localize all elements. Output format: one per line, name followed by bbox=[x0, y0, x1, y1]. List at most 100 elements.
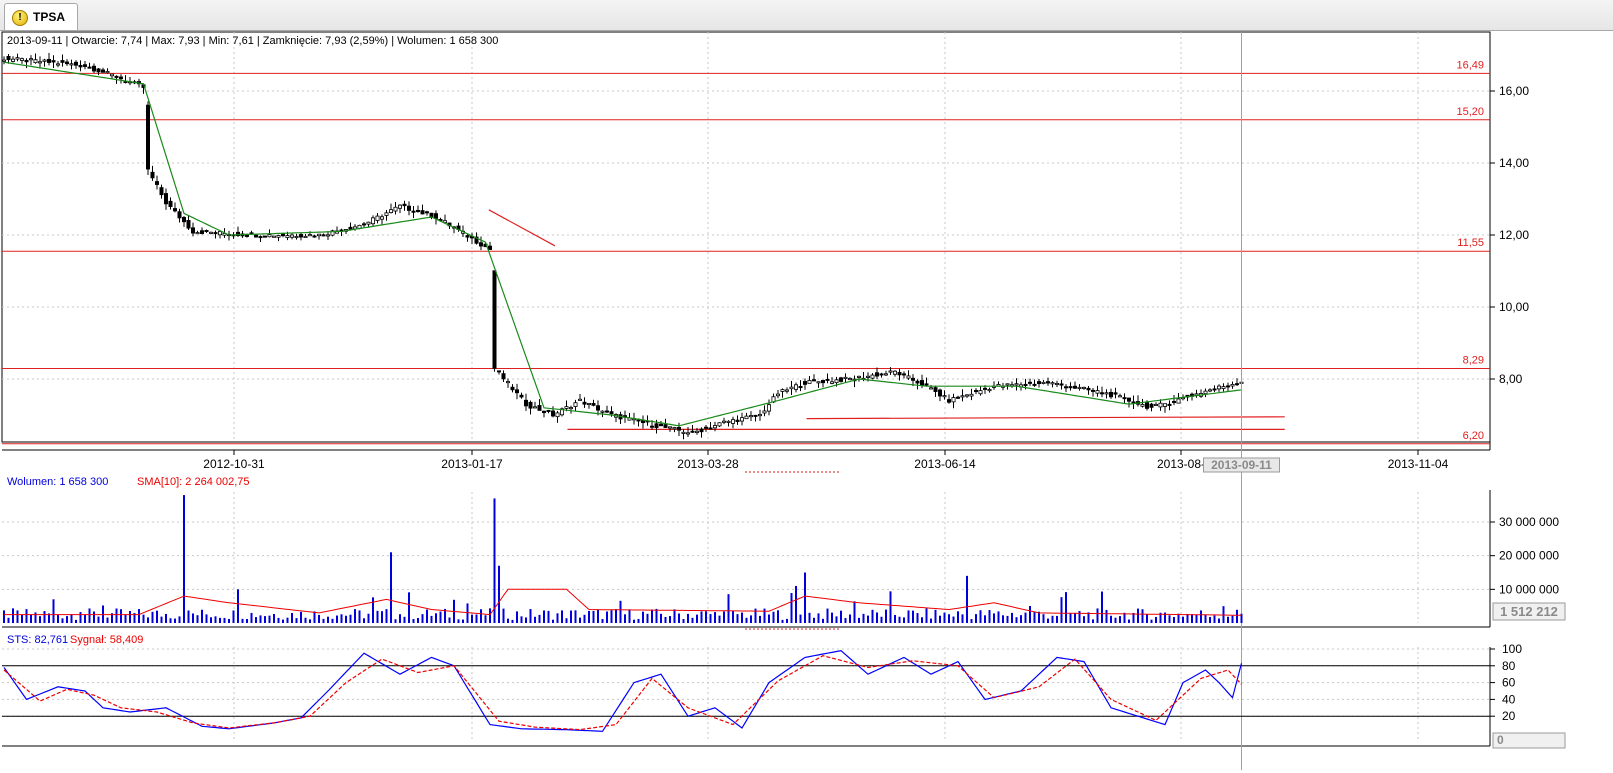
candle-body bbox=[542, 410, 547, 414]
volume-bar bbox=[349, 614, 352, 623]
volume-bar bbox=[1011, 612, 1013, 623]
candle-body bbox=[402, 203, 407, 207]
candle-body bbox=[1212, 388, 1217, 391]
candle-body bbox=[496, 370, 501, 373]
candle-body bbox=[379, 216, 384, 220]
candle-body bbox=[145, 104, 150, 170]
volume-bar bbox=[984, 615, 986, 623]
candle-body bbox=[262, 235, 267, 238]
volume-bar bbox=[736, 614, 739, 623]
candle-body bbox=[1014, 383, 1019, 386]
candle-body bbox=[28, 58, 33, 61]
volume-bar bbox=[1168, 615, 1171, 623]
candle-body bbox=[1163, 403, 1168, 407]
candle-body bbox=[933, 387, 938, 392]
volume-bar bbox=[70, 614, 73, 623]
candle-body bbox=[1127, 397, 1132, 402]
candle-body bbox=[163, 193, 168, 205]
stock-chart[interactable]: 8,00 10,00 12,00 14,00 16,00 10 000 000 20 000… bbox=[0, 30, 1613, 770]
candle-body bbox=[942, 395, 947, 398]
volume-bar bbox=[412, 618, 415, 623]
volume-bar bbox=[273, 614, 275, 623]
candle-body bbox=[987, 389, 992, 392]
volume-bar bbox=[286, 617, 289, 623]
candle-body bbox=[830, 381, 835, 384]
volume-bar bbox=[97, 616, 100, 623]
candle-body bbox=[879, 373, 884, 376]
x-tick-label-4: 2013-08- bbox=[1157, 457, 1205, 471]
volume-bar bbox=[457, 619, 460, 623]
volume-bar bbox=[160, 616, 163, 623]
candle-body bbox=[857, 375, 862, 378]
candle-body bbox=[316, 233, 321, 237]
volume-bar bbox=[489, 608, 491, 623]
volume-bar bbox=[615, 609, 617, 623]
price-panel-frame bbox=[1, 31, 1491, 443]
candle-body bbox=[816, 381, 821, 384]
volume-bar bbox=[484, 615, 487, 623]
volume-bar bbox=[264, 616, 266, 623]
volume-bar bbox=[772, 611, 775, 623]
volume-bar bbox=[529, 609, 532, 623]
tab-tpsa[interactable]: ! TPSA bbox=[4, 3, 78, 30]
volume-bar bbox=[1218, 618, 1220, 623]
volume-bar bbox=[565, 618, 568, 623]
candle-body bbox=[569, 407, 574, 410]
level-label-0: 16,49 bbox=[1456, 59, 1484, 71]
volume-bar bbox=[583, 614, 586, 623]
volume-bar bbox=[1083, 616, 1085, 623]
x-tick-label-3: 2013-06-14 bbox=[914, 457, 976, 471]
volume-bar bbox=[943, 612, 946, 623]
volume-bar bbox=[201, 609, 203, 623]
signal-header: Sygnał: 58,409 bbox=[70, 634, 144, 646]
volume-bar bbox=[66, 616, 68, 623]
volume-bar bbox=[1150, 619, 1153, 623]
candle-body bbox=[276, 235, 281, 238]
volume-bar bbox=[561, 610, 563, 623]
volume-bar bbox=[255, 617, 257, 623]
volume-bar bbox=[867, 615, 869, 623]
volume-bar bbox=[781, 619, 784, 623]
candle-body bbox=[6, 55, 11, 61]
trend-line-0 bbox=[488, 209, 556, 247]
volume-bar bbox=[1024, 612, 1027, 623]
volume-bar bbox=[709, 614, 712, 623]
candle-body bbox=[1217, 385, 1222, 390]
volume-bar bbox=[426, 609, 428, 623]
candle-body bbox=[199, 230, 204, 235]
candle-body bbox=[951, 397, 956, 403]
candle-body bbox=[186, 220, 191, 229]
volume-bar bbox=[660, 613, 662, 623]
volume-bar bbox=[934, 609, 937, 623]
volume-bar bbox=[687, 613, 689, 623]
volume-bar bbox=[354, 609, 356, 623]
candle-body bbox=[776, 393, 781, 397]
candle-body bbox=[902, 373, 907, 376]
volume-bar bbox=[835, 616, 838, 623]
sts-cursor-value: 0 bbox=[1497, 733, 1504, 747]
volume-bar bbox=[291, 612, 293, 623]
volume-bar bbox=[768, 614, 770, 623]
volume-bar bbox=[88, 608, 91, 623]
volume-bar bbox=[853, 601, 856, 623]
candle-body bbox=[695, 430, 700, 433]
price-tick-label-4: 16,00 bbox=[1499, 84, 1529, 98]
volume-bar bbox=[246, 619, 248, 623]
candle-body bbox=[154, 181, 159, 185]
candle-body bbox=[96, 68, 101, 73]
candle-body bbox=[875, 372, 880, 377]
chart-area[interactable]: 8,00 10,00 12,00 14,00 16,00 10 000 000 20 000… bbox=[0, 30, 1613, 770]
volume-bar bbox=[822, 618, 824, 623]
candle-body bbox=[1226, 385, 1231, 388]
candle-body bbox=[1037, 381, 1042, 384]
volume-bar bbox=[759, 615, 761, 623]
volume-bar bbox=[606, 611, 608, 623]
volume-bar bbox=[880, 616, 883, 623]
volume-bar bbox=[1051, 615, 1054, 623]
volume-bar bbox=[322, 618, 325, 623]
volume-bar bbox=[75, 619, 77, 623]
volume-bar bbox=[502, 608, 505, 623]
volume-bar bbox=[1186, 613, 1189, 623]
volume-bar bbox=[430, 615, 433, 623]
price-tick-label-3: 14,00 bbox=[1499, 156, 1529, 170]
